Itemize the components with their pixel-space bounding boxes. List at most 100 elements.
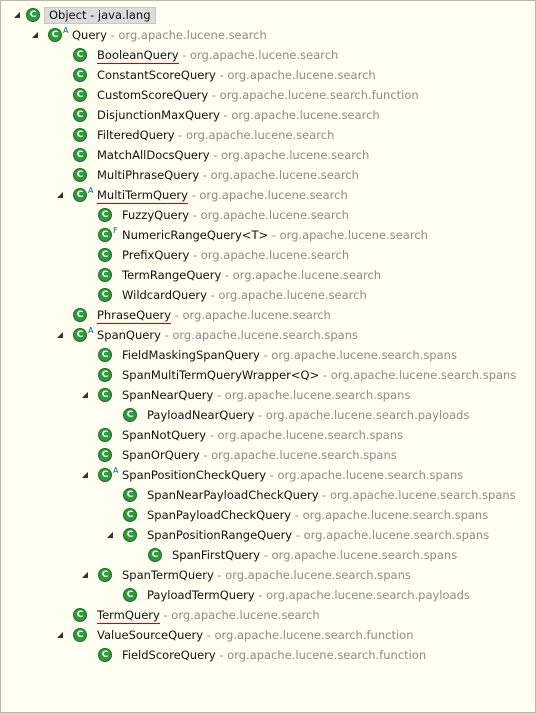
tree-row-span-position-range-query[interactable]: ◢ SpanPositionRangeQuery - org.apache.luc… <box>0 525 536 545</box>
class-icon <box>73 68 87 82</box>
package-name: - org.apache.lucene.search.payloads <box>254 588 470 602</box>
tree-row-label: PhraseQuery - org.apache.lucene.search <box>97 305 331 325</box>
class-icon <box>98 568 112 582</box>
class-icon <box>26 8 40 22</box>
tree-row-label: MatchAllDocsQuery - org.apache.lucene.se… <box>97 145 369 165</box>
tree-row-term-range-query[interactable]: TermRangeQuery - org.apache.lucene.searc… <box>0 265 536 285</box>
tree-row-wildcard-query[interactable]: WildcardQuery - org.apache.lucene.search <box>0 285 536 305</box>
tree-row-label: ConstantScoreQuery - org.apache.lucene.s… <box>97 65 376 85</box>
class-icon <box>73 328 87 342</box>
class-icon <box>98 348 112 362</box>
tree-row-span-position-check-query[interactable]: ◢ ASpanPositionCheckQuery - org.apache.lu… <box>0 465 536 485</box>
final-modifier-icon: F <box>113 226 118 235</box>
class-name: NumericRangeQuery<T> <box>122 228 269 242</box>
tree-row-field-score-query[interactable]: FieldScoreQuery - org.apache.lucene.sear… <box>0 645 536 665</box>
tree-row-multi-term-query[interactable]: ◢ AMultiTermQuery - org.apache.lucene.sea… <box>0 185 536 205</box>
tree-row-label: SpanPositionCheckQuery - org.apache.luce… <box>122 465 463 485</box>
class-icon <box>73 608 87 622</box>
abstract-modifier-icon: A <box>113 466 119 475</box>
package-name: - org.apache.lucene.search <box>159 608 320 622</box>
tree-row-field-masking-span-query[interactable]: FieldMaskingSpanQuery - org.apache.lucen… <box>0 345 536 365</box>
class-icon <box>98 648 112 662</box>
expand-triangle-icon[interactable]: ◢ <box>105 530 115 540</box>
package-name: - org.apache.lucene.search <box>199 168 359 182</box>
tree-row-span-payload-check-query[interactable]: SpanPayloadCheckQuery - org.apache.lucen… <box>0 505 536 525</box>
tree-row-boolean-query[interactable]: BooleanQuery - org.apache.lucene.search <box>0 45 536 65</box>
abstract-modifier-icon: A <box>63 26 69 35</box>
tree-row-span-multi-term-query-wrapper[interactable]: SpanMultiTermQueryWrapper<Q> - org.apach… <box>0 365 536 385</box>
tree-row-label: TermRangeQuery - org.apache.lucene.searc… <box>122 265 381 285</box>
class-icon <box>123 408 137 422</box>
class-icon <box>98 368 112 382</box>
expand-triangle-icon[interactable]: ◢ <box>80 570 90 580</box>
package-name: - org.apache.lucene.search <box>219 108 380 122</box>
expand-triangle-icon[interactable]: ◢ <box>55 330 65 340</box>
package-name: - org.apache.lucene.search.spans <box>160 328 358 342</box>
tree-row-label: TermQuery - org.apache.lucene.search <box>97 605 320 625</box>
tree-row-phrase-query[interactable]: PhraseQuery - org.apache.lucene.search <box>0 305 536 325</box>
expand-triangle-icon[interactable]: ◢ <box>30 30 40 40</box>
class-name: BooleanQuery <box>97 48 179 64</box>
package-name: - org.apache.lucene.search <box>106 28 267 42</box>
class-icon <box>123 528 137 542</box>
tree-row-label: CustomScoreQuery - org.apache.lucene.sea… <box>97 85 419 105</box>
package-name: - org.apache.lucene.search.payloads <box>254 408 470 422</box>
class-name: SpanNearQuery <box>122 388 214 402</box>
class-icon <box>98 428 112 442</box>
tree-row-fuzzy-query[interactable]: FuzzyQuery - org.apache.lucene.search <box>0 205 536 225</box>
package-name: - org.apache.lucene.search.spans <box>260 548 458 562</box>
class-name: PrefixQuery <box>122 248 190 262</box>
tree-row-numeric-range-query[interactable]: F NumericRangeQuery<T> - org.apache.lucen… <box>0 225 536 245</box>
class-name: WildcardQuery <box>122 288 207 302</box>
tree-row-value-source-query[interactable]: ◢ ValueSourceQuery - org.apache.lucene.se… <box>0 625 536 645</box>
package-name: - org.apache.lucene.search.spans <box>319 368 517 382</box>
class-name: FieldMaskingSpanQuery <box>122 348 260 362</box>
expand-triangle-icon[interactable]: ◢ <box>55 630 65 640</box>
tree-row-span-query[interactable]: ◢ ASpanQuery - org.apache.lucene.search.s… <box>0 325 536 345</box>
tree-row-filtered-query[interactable]: FilteredQuery - org.apache.lucene.search <box>0 125 536 145</box>
class-name: FuzzyQuery <box>122 208 190 222</box>
tree-row-label: Query - org.apache.lucene.search <box>72 25 267 45</box>
tree-row-label: FieldMaskingSpanQuery - org.apache.lucen… <box>122 345 457 365</box>
tree-row-constant-score-query[interactable]: ConstantScoreQuery - org.apache.lucene.s… <box>0 65 536 85</box>
tree-row-label: FilteredQuery - org.apache.lucene.search <box>97 125 334 145</box>
tree-row-custom-score-query[interactable]: CustomScoreQuery - org.apache.lucene.sea… <box>0 85 536 105</box>
expand-triangle-icon[interactable]: ◢ <box>55 190 65 200</box>
expand-triangle-icon[interactable]: ◢ <box>12 10 22 20</box>
class-icon <box>98 288 112 302</box>
tree-row-span-near-payload-check-query[interactable]: SpanNearPayloadCheckQuery - org.apache.l… <box>0 485 536 505</box>
tree-row-object[interactable]: ◢ Object - java.lang <box>8 5 156 25</box>
package-name: - org.apache.lucene.search.spans <box>291 508 489 522</box>
tree-row-term-query[interactable]: TermQuery - org.apache.lucene.search <box>0 605 536 625</box>
class-name: Query <box>72 28 107 42</box>
tree-row-span-near-query[interactable]: ◢ SpanNearQuery - org.apache.lucene.searc… <box>0 385 536 405</box>
tree-row-label: DisjunctionMaxQuery - org.apache.lucene.… <box>97 105 380 125</box>
tree-row-query[interactable]: ◢ AQuery - org.apache.lucene.search <box>0 25 536 45</box>
tree-row-multi-phrase-query[interactable]: MultiPhraseQuery - org.apache.lucene.sea… <box>0 165 536 185</box>
tree-row-prefix-query[interactable]: PrefixQuery - org.apache.lucene.search <box>0 245 536 265</box>
tree-row-payload-near-query[interactable]: PayloadNearQuery - org.apache.lucene.sea… <box>0 405 536 425</box>
class-icon <box>73 128 87 142</box>
tree-row-label: ValueSourceQuery - org.apache.lucene.sea… <box>97 625 413 645</box>
expand-triangle-icon[interactable]: ◢ <box>80 390 90 400</box>
tree-row-span-term-query[interactable]: ◢ SpanTermQuery - org.apache.lucene.searc… <box>0 565 536 585</box>
tree-row-label: BooleanQuery - org.apache.lucene.search <box>97 45 338 65</box>
tree-row-disjunction-max-query[interactable]: DisjunctionMaxQuery - org.apache.lucene.… <box>0 105 536 125</box>
tree-row-label: PayloadNearQuery - org.apache.lucene.sea… <box>147 405 469 425</box>
package-name: - org.apache.lucene.search <box>189 248 350 262</box>
tree-row-span-first-query[interactable]: SpanFirstQuery - org.apache.lucene.searc… <box>0 545 536 565</box>
tree-row-span-or-query[interactable]: SpanOrQuery - org.apache.lucene.search.s… <box>0 445 536 465</box>
class-name: SpanPayloadCheckQuery <box>147 508 292 522</box>
expand-triangle-icon[interactable]: ◢ <box>80 470 90 480</box>
tree-row-span-not-query[interactable]: SpanNotQuery - org.apache.lucene.search.… <box>0 425 536 445</box>
class-name: SpanPositionCheckQuery <box>122 468 267 482</box>
tree-row-label: FieldScoreQuery - org.apache.lucene.sear… <box>122 645 426 665</box>
class-name: SpanMultiTermQueryWrapper<Q> <box>122 368 320 382</box>
class-name: SpanFirstQuery <box>172 548 261 562</box>
class-name: ConstantScoreQuery <box>97 68 216 82</box>
tree-row-payload-term-query[interactable]: PayloadTermQuery - org.apache.lucene.sea… <box>0 585 536 605</box>
tree-row-match-all-docs-query[interactable]: MatchAllDocsQuery - org.apache.lucene.se… <box>0 145 536 165</box>
tree-row-label: SpanPositionRangeQuery - org.apache.luce… <box>147 525 489 545</box>
class-icon <box>123 488 137 502</box>
package-name: - org.apache.lucene.search.spans <box>318 488 516 502</box>
